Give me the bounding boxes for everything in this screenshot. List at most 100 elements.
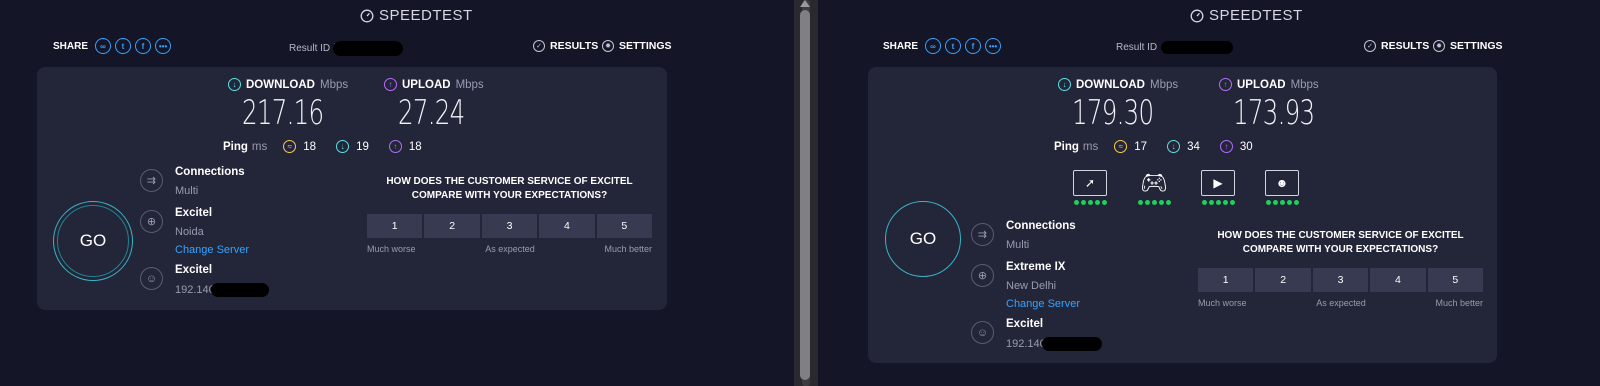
result-id: Result ID \ [289, 41, 403, 56]
speedtest-logo[interactable]: SPEEDTEST [360, 7, 473, 24]
gear-icon: ✹ [1433, 40, 1445, 52]
download-latency-icon: ↓ [1167, 140, 1181, 153]
ping-idle-value: 18 [303, 140, 317, 153]
download-value: 217.16 [242, 93, 324, 133]
idle-latency-icon: ≈ [283, 140, 297, 153]
rating-dots [1201, 200, 1235, 205]
upload-label: UPLOAD [1237, 78, 1286, 91]
change-server-link[interactable]: Change Server [1006, 298, 1080, 310]
connections-title: Connections [1006, 220, 1076, 232]
go-button[interactable]: GO [885, 201, 961, 277]
isp-ip: 192.140 [1006, 338, 1046, 350]
go-button[interactable]: GO [53, 201, 133, 281]
rating-option-1[interactable]: 1 [1198, 268, 1254, 292]
results-link[interactable]: ✓ RESULTS [1364, 40, 1429, 52]
scroll-up-arrow-icon[interactable] [800, 0, 810, 7]
ping-row: Ping ms ≈17 ↓ 34 ↑ 30 [1054, 140, 1269, 153]
rating-dots [1137, 200, 1171, 205]
results-label: RESULTS [550, 40, 599, 52]
redaction [1041, 337, 1102, 351]
upload-label: UPLOAD [402, 78, 451, 91]
survey: HOW DOES THE CUSTOMER SERVICE OF EXCITEL… [1198, 229, 1484, 308]
link-icon[interactable]: ∞ [95, 38, 112, 54]
scale-mid-label: As expected [1316, 298, 1366, 308]
server-title: Extreme IX [1006, 261, 1066, 273]
twitter-icon[interactable]: t [115, 38, 132, 54]
video-streaming-rating[interactable]: ▶ [1200, 170, 1236, 205]
isp-title: Excitel [175, 264, 213, 276]
download-icon: ↓ [1058, 78, 1071, 91]
more-icon[interactable]: ••• [985, 38, 1002, 54]
ping-unit: ms [251, 140, 268, 153]
share-bar: SHARE ∞ t f ••• [883, 38, 1002, 54]
upload-metric: ↑ UPLOAD Mbps 173.93 [1219, 78, 1346, 133]
rating-option-2[interactable]: 2 [1255, 268, 1311, 292]
ping-label: Ping [1054, 140, 1079, 153]
ping-idle-value: 17 [1134, 140, 1148, 153]
upload-value: 173.93 [1233, 93, 1315, 133]
ping-upload-value: 18 [408, 140, 422, 153]
rating-option-3[interactable]: 3 [1312, 268, 1369, 292]
go-label: GO [79, 231, 107, 250]
check-icon: ✓ [533, 40, 545, 52]
gaming-rating[interactable]: 🎮︎ [1136, 170, 1172, 205]
rating-option-2[interactable]: 2 [424, 214, 480, 238]
upload-latency-icon: ↑ [388, 140, 402, 153]
rating-option-4[interactable]: 4 [1370, 268, 1426, 292]
ping-row: Ping ms ≈18 ↓ 19 ↑ 18 [223, 140, 438, 153]
speedometer-icon [1190, 9, 1204, 22]
speedtest-logo[interactable]: SPEEDTEST [1190, 7, 1303, 24]
results-card: ↓ DOWNLOAD Mbps 217.16 ↑ UPLOAD Mbps 27.24 P… [37, 67, 667, 310]
logo-text: SPEEDTEST [1209, 7, 1303, 24]
rating-option-4[interactable]: 4 [539, 214, 595, 238]
upload-latency-icon: ↑ [1219, 140, 1233, 153]
facebook-icon[interactable]: f [965, 38, 982, 54]
isp-title: Excitel [1006, 318, 1044, 330]
more-icon[interactable]: ••• [155, 38, 172, 54]
video-chat-rating[interactable]: ☻ [1264, 170, 1300, 205]
upload-icon: ↑ [1219, 78, 1232, 91]
rating-option-1[interactable]: 1 [367, 214, 423, 238]
download-metric: ↓ DOWNLOAD Mbps 179.30 [1058, 78, 1185, 133]
rating-dots [1073, 200, 1107, 205]
web-browsing-rating[interactable]: ➚ [1072, 170, 1108, 205]
scale-low-label: Much worse [367, 244, 416, 254]
video-chat-icon: ☻ [1265, 170, 1299, 196]
connections-icon: ⇉ [140, 169, 163, 192]
facebook-icon[interactable]: f [135, 38, 152, 54]
rating-option-5[interactable]: 5 [596, 214, 653, 238]
rating-option-5[interactable]: 5 [1427, 268, 1484, 292]
settings-link[interactable]: ✹ SETTINGS [602, 40, 672, 52]
web-browsing-icon: ➚ [1073, 170, 1107, 196]
download-unit: Mbps [1150, 78, 1179, 91]
globe-icon: ⊕ [140, 210, 163, 233]
results-link[interactable]: ✓ RESULTS [533, 40, 598, 52]
gear-icon: ✹ [602, 40, 614, 52]
result-id-label: Result ID [289, 43, 331, 54]
upload-unit: Mbps [455, 78, 484, 91]
rating-option-3[interactable]: 3 [481, 214, 538, 238]
idle-latency-icon: ≈ [1114, 140, 1128, 153]
download-label: DOWNLOAD [246, 78, 315, 91]
logo-text: SPEEDTEST [379, 7, 473, 24]
redaction [210, 283, 269, 297]
ping-upload-value: 30 [1239, 140, 1253, 153]
download-metric: ↓ DOWNLOAD Mbps 217.16 [228, 78, 355, 133]
download-label: DOWNLOAD [1076, 78, 1145, 91]
user-icon: ☺ [140, 267, 163, 290]
scrollbar-thumb[interactable] [800, 10, 810, 380]
twitter-icon[interactable]: t [945, 38, 962, 54]
change-server-link[interactable]: Change Server [175, 244, 249, 256]
settings-link[interactable]: ✹ SETTINGS [1433, 40, 1503, 52]
scale-low-label: Much worse [1198, 298, 1247, 308]
survey-question: HOW DOES THE CUSTOMER SERVICE OF EXCITEL… [386, 176, 633, 201]
link-icon[interactable]: ∞ [925, 38, 942, 54]
ping-unit: ms [1082, 140, 1099, 153]
ping-download-value: 34 [1187, 140, 1200, 153]
server-location: New Delhi [1006, 280, 1057, 292]
ping-download-value: 19 [356, 140, 369, 153]
connections-title: Connections [175, 166, 245, 178]
rating-scale: 1 2 3 4 5 [1198, 268, 1484, 292]
server-title: Excitel [175, 207, 213, 219]
upload-unit: Mbps [1290, 78, 1319, 91]
